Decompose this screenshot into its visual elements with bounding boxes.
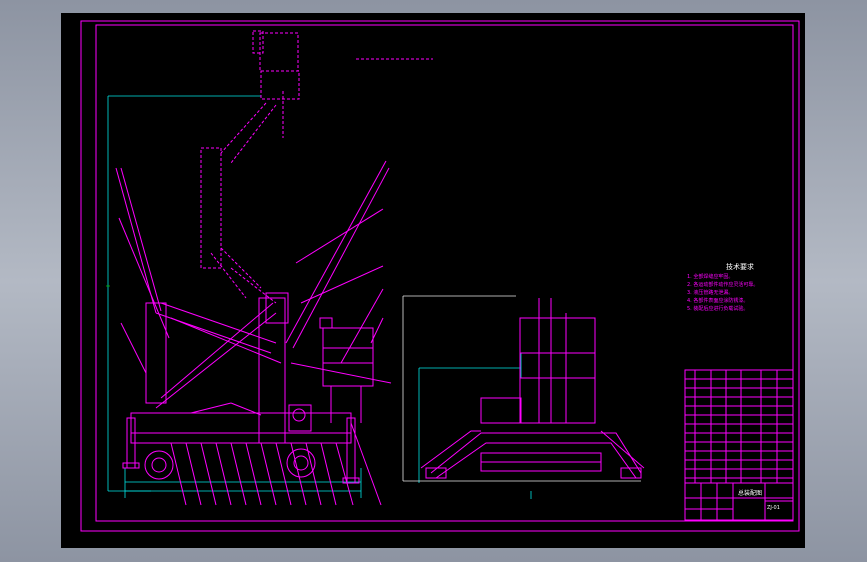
tech-requirement-2: 2. 各运动部件动作应灵活可靠。: [687, 281, 758, 288]
drawing-title: 总装配图: [738, 489, 762, 497]
tech-requirement-4: 4. 各部件表面应涂防锈漆。: [687, 297, 748, 304]
tech-requirement-1: 1. 全部焊缝应牢固。: [687, 273, 733, 280]
inner-border: [95, 24, 794, 522]
side-view: [106, 30, 433, 506]
tech-requirements: 技术要求 1. 全部焊缝应牢固。 2. 各运动部件动作应灵活可靠。 3. 液压管…: [687, 262, 758, 312]
cad-drawing-canvas: 技术要求 1. 全部焊缝应牢固。 2. 各运动部件动作应灵活可靠。 3. 液压管…: [80, 20, 800, 532]
title-block: 总装配图 ZJ-01: [684, 369, 794, 521]
tech-requirements-title: 技术要求: [726, 262, 754, 271]
drawing-number: ZJ-01: [767, 505, 780, 511]
front-view: [402, 295, 645, 499]
tech-requirement-5: 5. 装配后应进行负载试验。: [687, 305, 748, 312]
cad-drawing-viewport[interactable]: 技术要求 1. 全部焊缝应牢固。 2. 各运动部件动作应灵活可靠。 3. 液压管…: [61, 13, 805, 548]
tech-requirement-3: 3. 液压管路无泄漏。: [687, 289, 733, 296]
